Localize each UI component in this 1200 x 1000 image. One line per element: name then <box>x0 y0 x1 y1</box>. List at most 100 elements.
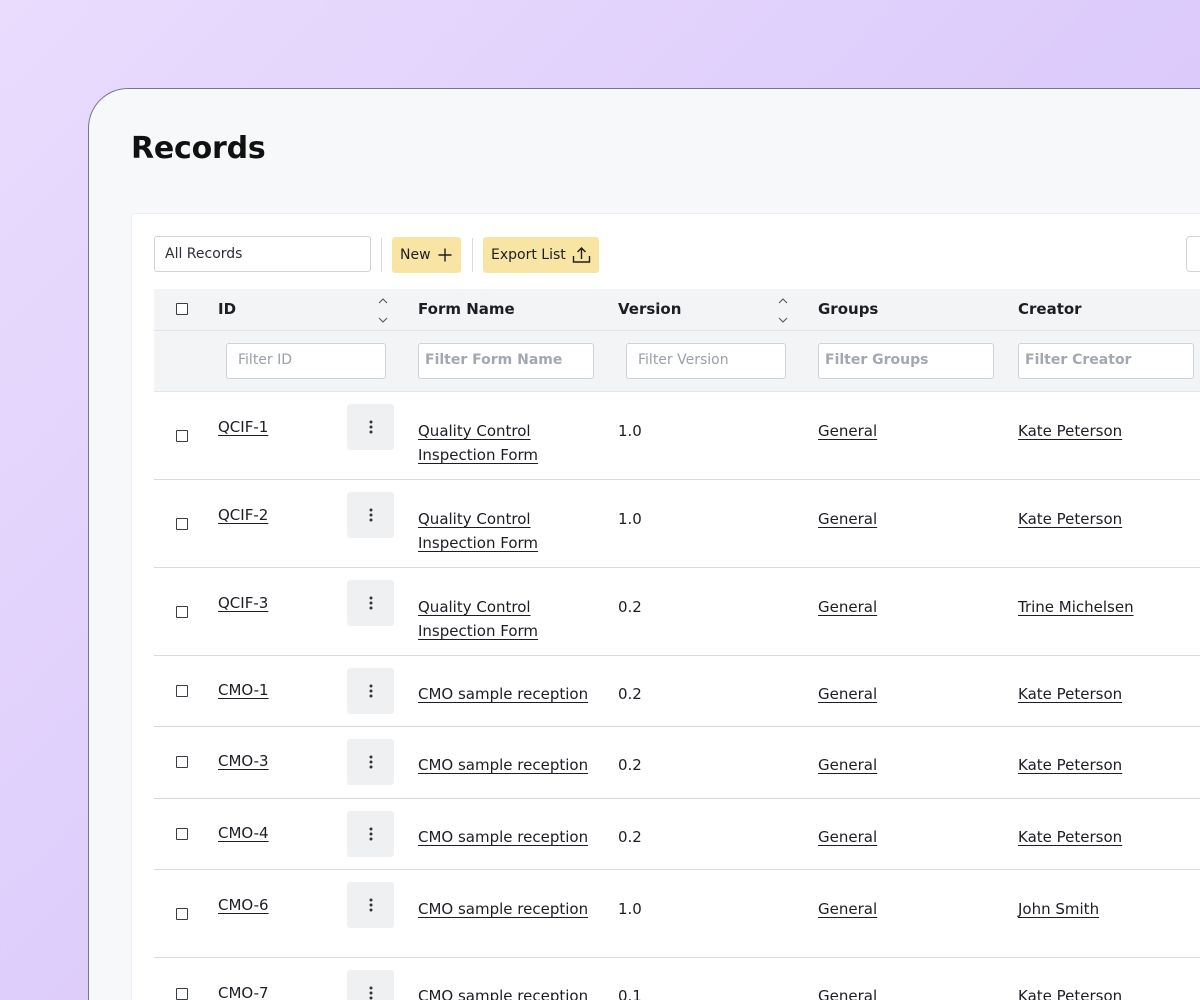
creator-link[interactable]: Kate Peterson <box>1018 984 1122 1000</box>
version-value: 0.2 <box>618 828 642 846</box>
group-link[interactable]: General <box>818 753 877 777</box>
group-link[interactable]: General <box>818 825 877 849</box>
version-value: 1.0 <box>618 422 642 440</box>
filter-creator-input[interactable]: Filter Creator <box>1018 343 1194 379</box>
row-checkbox[interactable] <box>176 606 188 618</box>
creator-link[interactable]: John Smith <box>1018 897 1099 921</box>
row-menu-button[interactable] <box>347 970 394 1000</box>
creator-link[interactable]: Kate Peterson <box>1018 825 1122 849</box>
creator-link[interactable]: Kate Peterson <box>1018 419 1122 443</box>
more-vertical-icon <box>369 755 372 769</box>
form-name-link[interactable]: CMO sample reception <box>418 682 588 706</box>
header-version[interactable]: Version <box>618 300 681 318</box>
header-creator[interactable]: Creator <box>1018 300 1082 318</box>
group-link[interactable]: General <box>818 984 877 1000</box>
row-menu-button[interactable] <box>347 739 394 785</box>
header-form-name[interactable]: Form Name <box>418 300 515 318</box>
row-checkbox[interactable] <box>176 518 188 530</box>
row-checkbox[interactable] <box>176 685 188 697</box>
record-id-link[interactable]: CMO-6 <box>218 893 269 917</box>
more-vertical-icon <box>369 827 372 841</box>
record-id-link[interactable]: QCIF-1 <box>218 415 268 439</box>
row-menu-button[interactable] <box>347 580 394 626</box>
more-vertical-icon <box>369 684 372 698</box>
group-link[interactable]: General <box>818 419 877 443</box>
row-checkbox[interactable] <box>176 908 188 920</box>
select-all-checkbox[interactable] <box>176 303 188 315</box>
more-vertical-icon <box>369 420 372 434</box>
row-menu-button[interactable] <box>347 811 394 857</box>
creator-link[interactable]: Trine Michelsen <box>1018 595 1134 619</box>
table-row[interactable]: QCIF-2 Quality Control Inspection Form 1… <box>154 480 1200 568</box>
filter-id-input[interactable]: Filter ID <box>226 343 386 379</box>
form-name-link[interactable]: CMO sample reception <box>418 825 588 849</box>
group-link[interactable]: General <box>818 507 877 531</box>
export-list-label: Export List <box>491 247 566 263</box>
sort-icon[interactable] <box>777 294 789 324</box>
form-name-link[interactable]: Inspection Form <box>418 531 538 555</box>
row-checkbox[interactable] <box>176 828 188 840</box>
row-menu-button[interactable] <box>347 492 394 538</box>
form-name-link[interactable]: CMO sample reception <box>418 897 588 921</box>
row-menu-button[interactable] <box>347 404 394 450</box>
app-window: Records All Records New Export List ID F… <box>88 88 1200 1000</box>
row-checkbox[interactable] <box>176 756 188 768</box>
more-vertical-icon <box>369 986 372 1000</box>
group-link[interactable]: General <box>818 595 877 619</box>
new-button[interactable]: New <box>392 237 461 273</box>
table-row[interactable]: QCIF-3 Quality Control Inspection Form 0… <box>154 568 1200 656</box>
more-vertical-icon <box>369 596 372 610</box>
table-row[interactable]: QCIF-1 Quality Control Inspection Form 1… <box>154 392 1200 480</box>
filter-form-name-input[interactable]: Filter Form Name <box>418 343 594 379</box>
table-row[interactable]: CMO-6 CMO sample reception 1.0 General J… <box>154 870 1200 958</box>
form-name-link[interactable]: Inspection Form <box>418 443 538 467</box>
record-id-link[interactable]: QCIF-3 <box>218 591 268 615</box>
view-select[interactable]: All Records <box>154 236 371 272</box>
header-id[interactable]: ID <box>218 300 236 318</box>
table-row[interactable]: CMO-1 CMO sample reception 0.2 General K… <box>154 656 1200 727</box>
more-vertical-icon <box>369 898 372 912</box>
form-name-link[interactable]: CMO sample reception <box>418 984 588 1000</box>
record-id-link[interactable]: CMO-7 <box>218 981 269 1000</box>
row-checkbox[interactable] <box>176 430 188 442</box>
toolbar-divider <box>381 238 382 272</box>
form-name-link[interactable]: Quality Control <box>418 419 531 443</box>
search-box[interactable] <box>1186 236 1200 272</box>
filter-groups-input[interactable]: Filter Groups <box>818 343 994 379</box>
records-table: ID Form Name Version Groups Creator Filt… <box>154 289 1200 1000</box>
creator-link[interactable]: Kate Peterson <box>1018 682 1122 706</box>
form-name-link[interactable]: CMO sample reception <box>418 753 588 777</box>
table-header: ID Form Name Version Groups Creator <box>154 289 1200 330</box>
records-panel: All Records New Export List ID Form Name… <box>131 213 1200 1000</box>
plus-icon <box>438 248 452 262</box>
record-id-link[interactable]: QCIF-2 <box>218 503 268 527</box>
group-link[interactable]: General <box>818 897 877 921</box>
filter-version-input[interactable]: Filter Version <box>626 343 786 379</box>
group-link[interactable]: General <box>818 682 877 706</box>
header-groups[interactable]: Groups <box>818 300 878 318</box>
upload-icon <box>572 247 590 263</box>
record-id-link[interactable]: CMO-1 <box>218 678 269 702</box>
row-menu-button[interactable] <box>347 668 394 714</box>
table-row[interactable]: CMO-4 CMO sample reception 0.2 General K… <box>154 799 1200 870</box>
record-id-link[interactable]: CMO-3 <box>218 749 269 773</box>
table-row[interactable]: CMO-7 CMO sample reception 0.1 General K… <box>154 958 1200 1000</box>
row-checkbox[interactable] <box>176 988 188 1000</box>
version-value: 0.2 <box>618 756 642 774</box>
creator-link[interactable]: Kate Peterson <box>1018 753 1122 777</box>
table-row[interactable]: CMO-3 CMO sample reception 0.2 General K… <box>154 727 1200 799</box>
version-value: 0.2 <box>618 598 642 616</box>
row-menu-button[interactable] <box>347 882 394 928</box>
toolbar-divider <box>472 238 473 272</box>
record-id-link[interactable]: CMO-4 <box>218 821 269 845</box>
version-value: 1.0 <box>618 510 642 528</box>
new-button-label: New <box>400 247 431 263</box>
page-title: Records <box>131 131 266 166</box>
sort-icon[interactable] <box>377 294 389 324</box>
form-name-link[interactable]: Quality Control <box>418 595 531 619</box>
form-name-link[interactable]: Quality Control <box>418 507 531 531</box>
creator-link[interactable]: Kate Peterson <box>1018 507 1122 531</box>
export-list-button[interactable]: Export List <box>483 237 599 273</box>
form-name-link[interactable]: Inspection Form <box>418 619 538 643</box>
version-value: 1.0 <box>618 900 642 918</box>
